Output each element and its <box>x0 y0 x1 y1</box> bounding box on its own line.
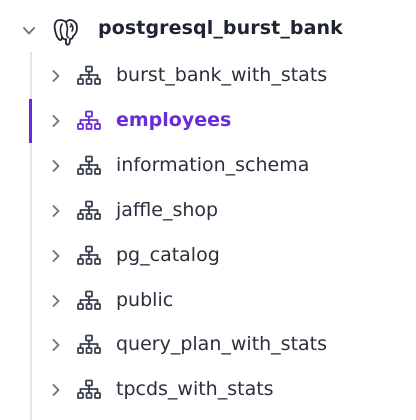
schema-label: public <box>116 288 174 311</box>
schema-hierarchy-icon <box>77 155 101 175</box>
schema-hierarchy-icon <box>77 200 101 220</box>
schema-item-employees[interactable]: employees <box>0 98 416 143</box>
schema-label: jaffle_shop <box>116 198 219 221</box>
chevron-down-icon[interactable] <box>22 25 36 37</box>
schema-hierarchy-icon <box>77 379 101 400</box>
schema-hierarchy-icon <box>77 110 101 130</box>
schema-label: employees <box>116 108 232 131</box>
postgresql-elephant-icon <box>53 19 78 46</box>
schema-hierarchy-icon <box>77 65 101 85</box>
database-name: postgresql_burst_bank <box>98 17 343 39</box>
chevron-right-icon[interactable] <box>51 204 61 218</box>
active-indicator <box>29 98 32 143</box>
schema-item-public[interactable]: public <box>0 279 416 323</box>
schema-item-pg-catalog[interactable]: pg_catalog <box>0 234 416 278</box>
chevron-right-icon[interactable] <box>51 383 61 397</box>
schema-tree: postgresql_burst_bank burst_bank_with_st… <box>0 0 416 420</box>
schema-label: tpcds_with_stats <box>116 378 274 401</box>
chevron-right-icon[interactable] <box>51 114 61 128</box>
chevron-right-icon[interactable] <box>51 69 61 83</box>
schema-hierarchy-icon <box>77 290 101 310</box>
schema-item-information-schema[interactable]: information_schema <box>0 144 416 188</box>
schema-item-jaffle-shop[interactable]: jaffle_shop <box>0 189 416 233</box>
schema-item-tpcds-with-stats[interactable]: tpcds_with_stats <box>0 368 416 412</box>
chevron-right-icon[interactable] <box>51 249 61 263</box>
schema-label: information_schema <box>116 153 310 176</box>
schema-item-burst-bank-with-stats[interactable]: burst_bank_with_stats <box>0 54 416 98</box>
database-node[interactable]: postgresql_burst_bank <box>0 11 416 51</box>
chevron-right-icon[interactable] <box>51 294 61 308</box>
schema-label: query_plan_with_stats <box>116 333 328 356</box>
schema-hierarchy-icon <box>77 245 101 265</box>
schema-label: burst_bank_with_stats <box>116 64 328 86</box>
schema-label: pg_catalog <box>116 243 220 266</box>
schema-hierarchy-icon <box>77 334 101 355</box>
schema-item-query-plan-with-stats[interactable]: query_plan_with_stats <box>0 323 416 367</box>
chevron-right-icon[interactable] <box>51 338 61 352</box>
chevron-right-icon[interactable] <box>51 159 61 173</box>
